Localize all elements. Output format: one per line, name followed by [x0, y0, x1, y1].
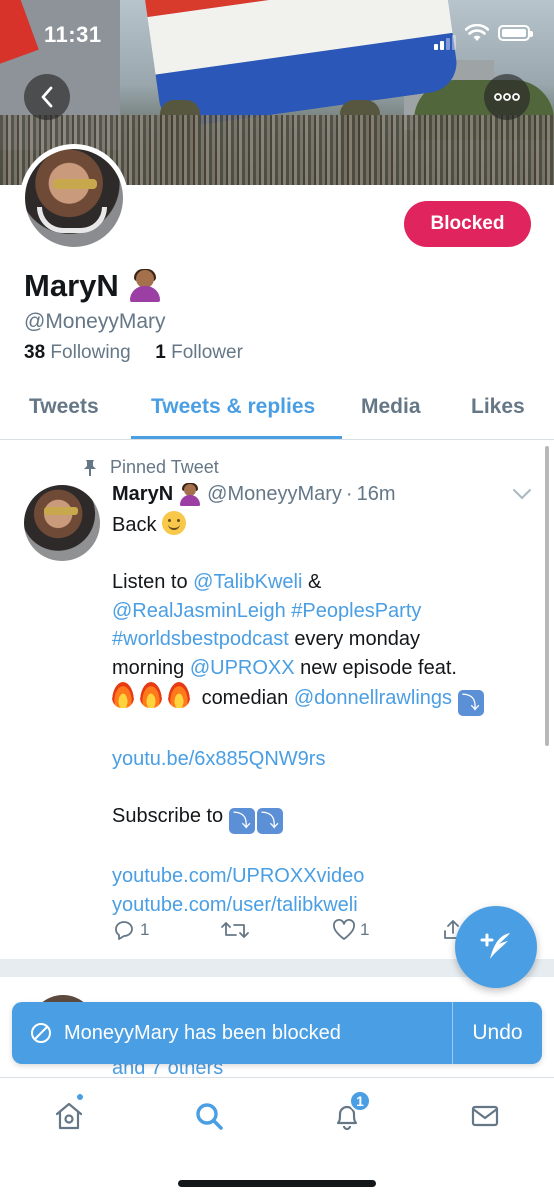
ellipsis-icon	[494, 93, 520, 101]
nav-search[interactable]	[187, 1094, 231, 1138]
nav-home[interactable]	[47, 1092, 91, 1138]
tweet-menu-button[interactable]	[512, 487, 532, 505]
back-button[interactable]	[24, 74, 70, 120]
retweet-button[interactable]	[220, 919, 250, 941]
tab-tweets-replies[interactable]: Tweets & replies	[151, 395, 315, 419]
status-bar: 11:31	[0, 0, 554, 60]
undo-button[interactable]: Undo	[453, 1002, 542, 1064]
like-button[interactable]: 1	[332, 919, 369, 941]
notification-badge: 1	[349, 1090, 371, 1112]
active-tab-indicator	[131, 436, 342, 439]
profile-tabs: Tweets Tweets & replies Media Likes	[0, 380, 554, 440]
home-indicator	[178, 1180, 376, 1187]
fire-emoji-icon	[168, 682, 190, 708]
tweet-dot: ·	[345, 483, 353, 505]
profile-avatar[interactable]	[20, 144, 128, 252]
tab-tweets[interactable]: Tweets	[29, 395, 99, 419]
arrow-down-emoji-icon: ⤵	[457, 690, 484, 716]
chevron-left-icon	[41, 86, 53, 108]
tweet-actions: 1 1	[112, 919, 512, 949]
compose-feather-icon	[480, 933, 510, 959]
pin-icon	[84, 459, 96, 476]
mail-icon	[471, 1105, 499, 1127]
facepalm-emoji-icon	[179, 482, 201, 506]
tweet-text: Back Listen to @TalibKweli & @RealJasmin…	[112, 511, 542, 919]
search-icon	[196, 1103, 223, 1130]
hashtag-link[interactable]: #PeoplesParty	[291, 600, 421, 622]
fire-emoji-icon	[112, 682, 134, 708]
tweet-header: MaryN @MoneyyMary · 16m	[112, 482, 396, 506]
heart-icon	[333, 919, 355, 940]
status-time: 11:31	[44, 22, 102, 47]
tweet-time: 16m	[356, 483, 396, 505]
url-link[interactable]: youtu.be/6x885QNW9rs	[112, 748, 325, 770]
new-content-dot	[75, 1092, 85, 1102]
display-name: MaryN	[24, 268, 119, 303]
reply-icon	[115, 921, 133, 940]
toast-message: MoneyyMary has been blocked	[64, 1021, 341, 1044]
url-link[interactable]: youtube.com/user/talibkweli	[112, 894, 358, 916]
retweet-icon	[221, 922, 249, 938]
pinned-tweet[interactable]: Pinned Tweet MaryN @MoneyyMary · 16m Bac…	[0, 441, 554, 959]
reply-button[interactable]: 1	[112, 919, 149, 941]
facepalm-emoji-icon	[129, 269, 161, 302]
hugging-face-emoji-icon	[162, 511, 187, 535]
tweet-author-handle: @MoneyyMary	[207, 483, 342, 505]
fire-emoji-icon	[140, 682, 162, 708]
block-icon	[31, 1023, 51, 1043]
more-options-button[interactable]	[484, 74, 530, 120]
following-link[interactable]: 38 Following	[24, 342, 131, 363]
url-link[interactable]: youtube.com/UPROXXvideo	[112, 865, 364, 887]
mention-link[interactable]: @TalibKweli	[193, 571, 302, 593]
mention-link[interactable]: @donnellrawlings	[294, 687, 452, 709]
wifi-icon	[464, 23, 490, 47]
blocked-button[interactable]: Blocked	[404, 201, 531, 247]
tab-media[interactable]: Media	[361, 395, 421, 419]
tab-likes[interactable]: Likes	[471, 395, 525, 419]
profile-name: MaryN	[24, 268, 161, 304]
pinned-label: Pinned Tweet	[82, 457, 219, 478]
chevron-down-icon	[513, 489, 531, 500]
tweet-author-name: MaryN	[112, 483, 174, 505]
mention-link[interactable]: @RealJasminLeigh	[112, 600, 286, 622]
home-icon	[55, 1102, 83, 1130]
arrow-down-emoji-icon: ⤵	[228, 807, 255, 834]
nav-messages[interactable]	[463, 1094, 507, 1138]
signal-icon	[434, 32, 458, 50]
battery-icon	[498, 25, 533, 41]
hashtag-link[interactable]: #worldsbestpodcast	[112, 628, 289, 650]
nav-notifications[interactable]: 1	[325, 1090, 371, 1138]
compose-tweet-button[interactable]	[455, 906, 537, 988]
tweet-avatar[interactable]	[24, 485, 100, 561]
profile-handle: @MoneyyMary	[24, 310, 166, 333]
follow-stats: 38 Following 1 Follower	[24, 342, 243, 364]
arrow-down-emoji-icon: ⤵	[256, 807, 283, 834]
blocked-toast: MoneyyMary has been blocked Undo	[12, 1002, 542, 1064]
followers-link[interactable]: 1 Follower	[155, 342, 243, 363]
scrollbar[interactable]	[545, 446, 549, 746]
mention-link[interactable]: @UPROXX	[190, 657, 295, 679]
